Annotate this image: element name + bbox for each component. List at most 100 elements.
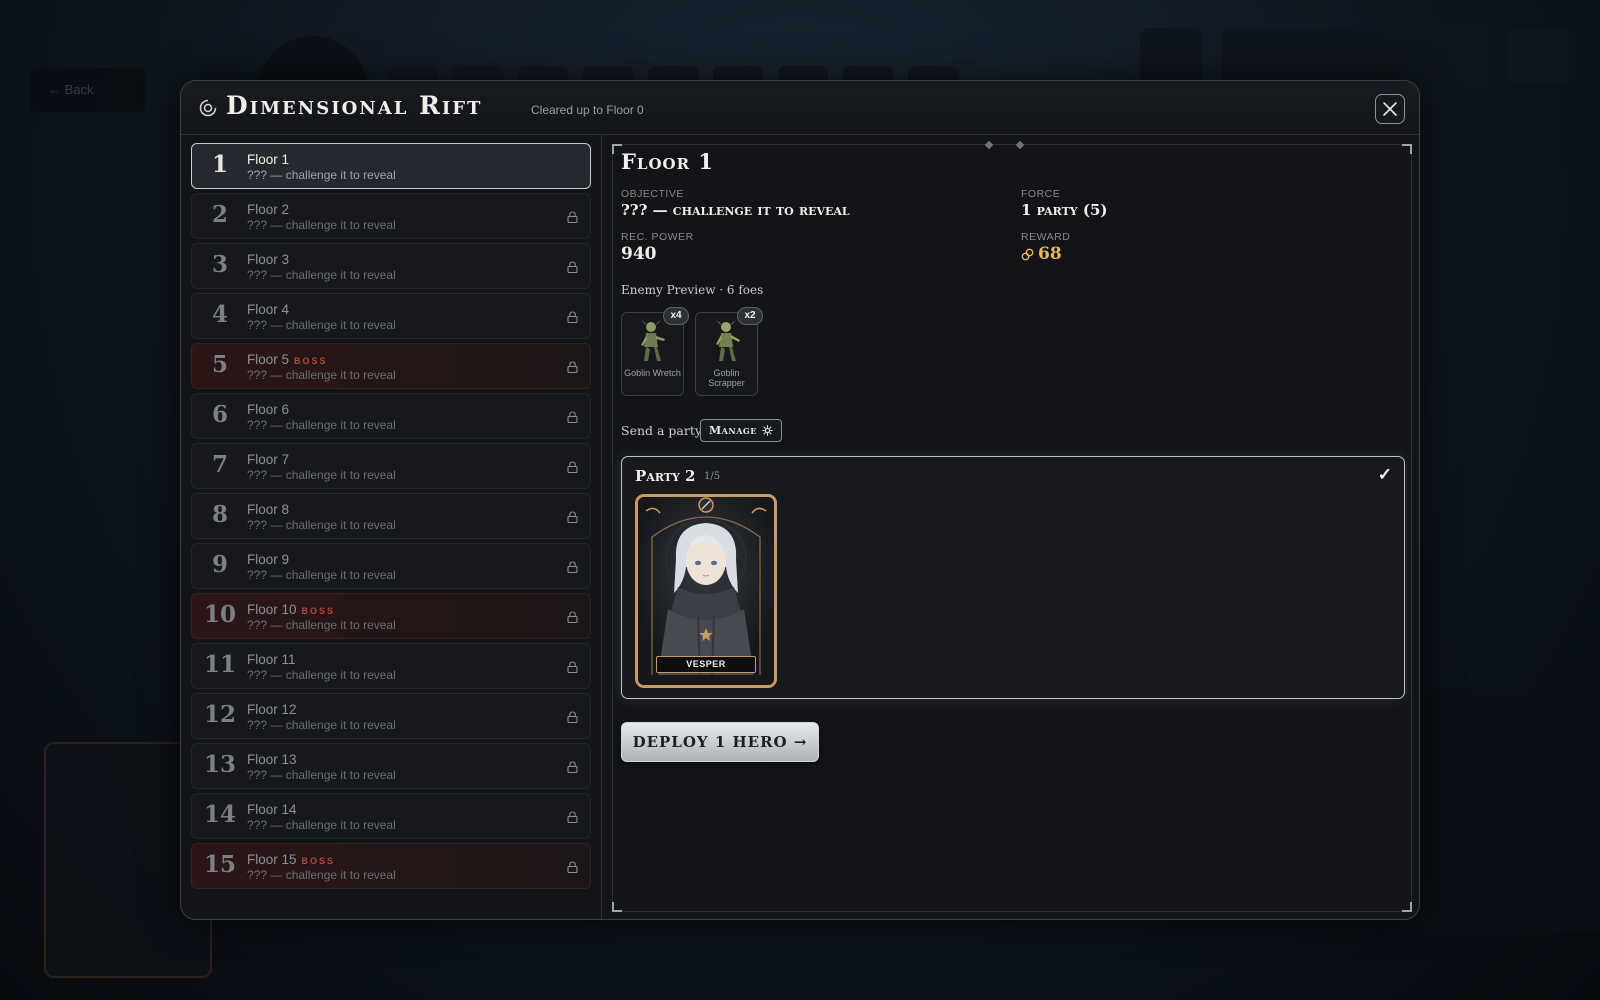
lock-icon: [567, 811, 578, 823]
floor-number: 7: [211, 451, 228, 478]
background-toolbar-button: [1425, 28, 1487, 84]
floor-item[interactable]: 9 Floor 9??? — challenge it to reveal: [191, 543, 591, 589]
floor-item[interactable]: 14 Floor 14??? — challenge it to reveal: [191, 793, 591, 839]
floor-detail-panel: Floor 1 Objective ??? — challenge it to …: [612, 140, 1412, 912]
lock-icon: [567, 761, 578, 773]
frame-corner: [1402, 902, 1412, 912]
background-back-button: ← Back: [30, 68, 145, 112]
hero-card[interactable]: VESPER: [635, 494, 777, 688]
party-card[interactable]: Party 2 1/5 ✓ VESPER: [621, 456, 1405, 699]
frame-ornament: [1015, 140, 1025, 150]
lock-icon: [567, 361, 578, 373]
floor-description: ??? — challenge it to reveal: [247, 418, 396, 432]
selected-check-icon: ✓: [1377, 465, 1392, 484]
floor-item[interactable]: 10 Floor 10 BOSS ??? — challenge it to reve…: [191, 593, 591, 639]
floor-name-row: Floor 14: [247, 802, 297, 817]
floor-name-row: Floor 13: [247, 752, 297, 767]
floor-description: ??? — challenge it to reveal: [247, 668, 396, 682]
floor-number: 14: [203, 801, 236, 828]
force-value: 1 party (5): [1021, 201, 1108, 219]
party-name: Party 2: [635, 467, 696, 485]
floor-item[interactable]: 5 Floor 5 BOSS ??? — challenge it to reveal: [191, 343, 591, 389]
floor-description: ??? — challenge it to reveal: [247, 868, 396, 882]
floor-name-row: Floor 9: [247, 552, 289, 567]
close-button[interactable]: [1375, 94, 1405, 124]
send-party-label: Send a party: [621, 423, 702, 438]
lock-icon: [567, 461, 578, 473]
lock-icon: [567, 711, 578, 723]
lock-icon: [567, 661, 578, 673]
floor-item[interactable]: 11 Floor 11??? — challenge it to reveal: [191, 643, 591, 689]
floor-item[interactable]: 3 Floor 3??? — challenge it to reveal: [191, 243, 591, 289]
floor-description: ??? — challenge it to reveal: [247, 518, 396, 532]
floor-title: Floor 1: [621, 149, 714, 174]
lock-icon: [567, 561, 578, 573]
floor-name: Floor 7: [247, 452, 290, 467]
modal-title: Dimensional Rift: [226, 91, 483, 120]
lock-icon: [567, 211, 578, 223]
rift-icon: [199, 99, 217, 117]
floor-name: Floor 9: [247, 552, 290, 567]
floor-description: ??? — challenge it to reveal: [247, 368, 396, 382]
boss-tag: BOSS: [301, 606, 336, 616]
reward-icon: [1021, 248, 1034, 260]
floor-number: 13: [203, 751, 236, 778]
modal-subtitle: Cleared up to Floor 0: [531, 103, 644, 117]
force-label: Force: [1021, 188, 1061, 200]
floor-item[interactable]: 7 Floor 7??? — challenge it to reveal: [191, 443, 591, 489]
modal-header: Dimensional Rift Cleared up to Floor 0: [181, 81, 1419, 135]
floor-name: Floor 1: [247, 152, 290, 167]
floor-description: ??? — challenge it to reveal: [247, 568, 396, 582]
floor-name-row: Floor 1: [247, 152, 289, 167]
floor-description: ??? — challenge it to reveal: [247, 168, 396, 182]
background-back-label: ← Back: [48, 82, 94, 97]
floor-number: 15: [203, 851, 236, 878]
floor-number: 5: [211, 351, 228, 378]
floor-name: Floor 8: [247, 502, 290, 517]
floor-name: Floor 10: [247, 602, 297, 617]
floor-item[interactable]: 4 Floor 4??? — challenge it to reveal: [191, 293, 591, 339]
hero-name: VESPER: [656, 656, 756, 673]
boss-tag: BOSS: [301, 856, 336, 866]
floor-item[interactable]: 15 Floor 15 BOSS ??? — challenge it to reve…: [191, 843, 591, 889]
floor-name: Floor 13: [247, 752, 297, 767]
floor-description: ??? — challenge it to reveal: [247, 268, 396, 282]
floor-description: ??? — challenge it to reveal: [247, 718, 396, 732]
floor-description: ??? — challenge it to reveal: [247, 818, 396, 832]
floor-item[interactable]: 2 Floor 2??? — challenge it to reveal: [191, 193, 591, 239]
reward-amount: 68: [1038, 244, 1062, 264]
deploy-button[interactable]: DEPLOY 1 HERO →: [621, 722, 819, 762]
floor-name-row: Floor 6: [247, 402, 289, 417]
panel-divider: [601, 135, 602, 919]
floor-number: 2: [211, 201, 228, 228]
floor-name-row: Floor 8: [247, 502, 289, 517]
dimensional-rift-modal: Dimensional Rift Cleared up to Floor 0 1…: [180, 80, 1420, 920]
floor-name: Floor 5: [247, 352, 290, 367]
enemy-name: Goblin Scrapper: [708, 368, 745, 388]
enemy-card[interactable]: x4 Goblin Wretch: [621, 307, 689, 396]
lock-icon: [567, 511, 578, 523]
lock-icon: [567, 261, 578, 273]
floor-item[interactable]: 13 Floor 13??? — challenge it to reveal: [191, 743, 591, 789]
floor-number: 4: [211, 301, 228, 328]
floor-item[interactable]: 12 Floor 12??? — challenge it to reveal: [191, 693, 591, 739]
floor-item[interactable]: 1 Floor 1??? — challenge it to reveal: [191, 143, 591, 189]
floor-description: ??? — challenge it to reveal: [247, 318, 396, 332]
floor-name-row: Floor 7: [247, 452, 289, 467]
floor-item[interactable]: 6 Floor 6??? — challenge it to reveal: [191, 393, 591, 439]
objective-label: Objective: [621, 188, 684, 200]
gear-icon: [762, 425, 773, 436]
reward-value: 68: [1021, 244, 1062, 264]
manage-button[interactable]: Manage: [700, 419, 782, 442]
floor-name: Floor 12: [247, 702, 297, 717]
floor-number: 9: [211, 551, 228, 578]
floor-list[interactable]: 1 Floor 1??? — challenge it to reveal 2 Flo…: [191, 143, 591, 913]
floor-item[interactable]: 8 Floor 8??? — challenge it to reveal: [191, 493, 591, 539]
enemy-card[interactable]: x2 Goblin Scrapper: [695, 307, 763, 396]
floor-number: 6: [211, 401, 228, 428]
enemy-preview-label: Enemy Preview · 6 foes: [621, 283, 764, 297]
floor-description: ??? — challenge it to reveal: [247, 768, 396, 782]
rec-power-label: Rec. Power: [621, 231, 694, 243]
floor-name-row: Floor 11: [247, 652, 296, 667]
floor-name: Floor 2: [247, 202, 290, 217]
